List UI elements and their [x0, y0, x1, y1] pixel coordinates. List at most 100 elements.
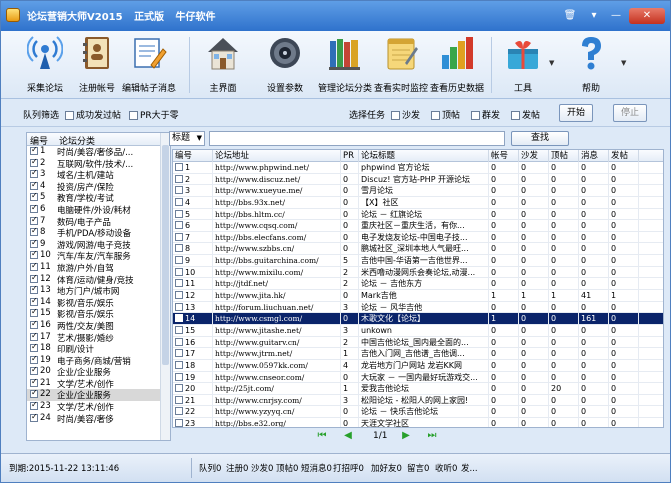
table-row[interactable]: 5 http://bbs.hltm.cc/0 论坛 － 红旗论坛 0 0 0 0 0 — [173, 208, 663, 221]
table-row[interactable]: 23 http://bbs.e32.org/0 天涯文学社区 0 0 0 0 0 — [173, 418, 663, 427]
category-item[interactable]: 17 艺术/摄影/婚纱 — [27, 331, 170, 344]
category-checkbox[interactable] — [30, 157, 38, 167]
column-header[interactable]: PR — [341, 150, 359, 162]
row-checkbox[interactable] — [175, 325, 183, 334]
search-button[interactable]: 查找 — [511, 131, 569, 146]
start-button[interactable]: 开始 — [559, 104, 593, 122]
column-header[interactable]: 论坛地址 — [213, 150, 341, 162]
minimize-button[interactable]: — — [607, 8, 625, 24]
column-header[interactable]: 发帖 — [609, 150, 639, 162]
row-checkbox[interactable] — [175, 349, 183, 358]
category-checkbox[interactable] — [30, 331, 38, 341]
row-checkbox[interactable] — [175, 407, 183, 416]
help-button[interactable]: 帮助 — [573, 35, 609, 97]
task-post[interactable]: 发帖 — [511, 108, 540, 121]
row-checkbox[interactable] — [175, 337, 183, 346]
category-item[interactable]: 21 文学/艺术/创作 — [27, 377, 170, 390]
category-item[interactable]: 13 地方门户/城市网 — [27, 284, 170, 297]
category-item[interactable]: 12 体育/运动/健身/竞技 — [27, 273, 170, 286]
category-item[interactable]: 18 印刷/设计 — [27, 342, 170, 355]
edit-message-button[interactable]: 编辑帖子消息 — [122, 35, 176, 97]
table-row[interactable]: 22 http://www.yzyyq.cn/0 论坛 － 快乐吉他论坛 0 0 0 0 0 — [173, 406, 663, 419]
category-checkbox[interactable] — [30, 168, 38, 179]
row-checkbox[interactable] — [175, 221, 183, 230]
category-item[interactable]: 8 手机/PDA/移动设备 — [27, 226, 170, 239]
category-item[interactable]: 20 企业/企业服务 — [27, 365, 170, 378]
table-row[interactable]: 21 http://www.cnrjsy.com/3 松阳论坛 - 松阳人的网上家园… — [173, 394, 663, 407]
category-item[interactable]: 24 时尚/美容/奢侈 — [27, 412, 170, 425]
column-header[interactable]: 论坛标题 — [359, 150, 489, 162]
stop-button[interactable]: 停止 — [613, 104, 647, 122]
category-checkbox[interactable] — [30, 377, 38, 387]
tools-dropdown-icon[interactable]: ▼ — [549, 59, 554, 67]
category-scrollbar[interactable] — [160, 133, 170, 440]
category-checkbox[interactable] — [30, 145, 38, 155]
category-item[interactable]: 2 互联网/软件/技术/... — [27, 157, 170, 170]
category-checkbox[interactable] — [30, 273, 38, 283]
close-button[interactable]: ✕ — [629, 8, 665, 24]
table-row[interactable]: 2 http://www.discuz.net/0 Discuz! 官方站-PHP … — [173, 173, 663, 186]
category-item[interactable]: 9 游戏/网游/电子竞技 — [27, 238, 170, 251]
row-checkbox[interactable] — [175, 209, 183, 218]
table-row[interactable]: 14 http://www.csmgl.com/0 木歌文化【论坛】 1 0 0 161 0 — [173, 313, 663, 325]
category-checkbox[interactable] — [30, 191, 38, 202]
category-item[interactable]: 16 两性/交友/美图 — [27, 319, 170, 332]
category-checkbox[interactable] — [30, 354, 38, 364]
table-row[interactable]: 1 http://www.phpwind.net/0 phpwind 官方论坛 0 0 0… — [173, 162, 663, 174]
tools-button[interactable]: 工具 — [505, 35, 541, 97]
search-input[interactable] — [209, 131, 505, 146]
row-checkbox[interactable] — [175, 244, 183, 253]
row-checkbox[interactable] — [175, 372, 183, 381]
task-bump-checkbox[interactable] — [431, 111, 440, 120]
register-account-button[interactable]: 注册帐号 — [79, 35, 115, 97]
category-checkbox[interactable] — [30, 307, 38, 318]
category-item[interactable]: 4 投资/房产/保险 — [27, 180, 170, 193]
category-item[interactable]: 6 电脑硬件/外设/耗材 — [27, 203, 170, 216]
table-row[interactable]: 7 http://bbs.elecfans.com/0 电子发烧友论坛-中国电子技.… — [173, 231, 663, 244]
category-checkbox[interactable] — [30, 342, 38, 353]
category-item[interactable]: 19 电子商务/商城/营销 — [27, 354, 170, 367]
category-checkbox[interactable] — [30, 400, 38, 411]
column-header[interactable]: 沙发 — [519, 150, 549, 162]
history-data-button[interactable]: 查看历史数据 — [430, 35, 484, 97]
category-item[interactable]: 15 影视/音乐/娱乐 — [27, 307, 170, 320]
table-row[interactable]: 12 http://www.jita.hk/0 Mark吉他 1 1 1 41 1 — [173, 290, 663, 302]
row-checkbox[interactable] — [175, 256, 183, 265]
manage-categories-button[interactable]: 管理论坛分类 — [318, 35, 372, 97]
table-row[interactable]: 11 http://jtdf.net/2 论坛 － 吉他东方 0 0 0 0 0 — [173, 278, 663, 291]
row-checkbox[interactable] — [175, 232, 183, 241]
row-checkbox[interactable] — [175, 186, 183, 195]
row-checkbox[interactable] — [175, 384, 183, 393]
table-row[interactable]: 8 http://www.szbbs.cn/0 鹏城社区_深圳本地人气最旺... 0 0… — [173, 243, 663, 256]
table-row[interactable]: 4 http://bbs.93x.net/0 【X】社区 0 0 0 0 0 — [173, 196, 663, 209]
table-row[interactable]: 13 http://forum.liuchuan.net/3 论坛 － 风华吉他 0 0… — [173, 301, 663, 314]
table-row[interactable]: 6 http://www.cqsq.com/0 重庆社区－重庆生活，有你... 0 0 0… — [173, 220, 663, 232]
live-monitor-button[interactable]: 查看实时监控 — [374, 35, 428, 97]
table-row[interactable]: 10 http://www.mixilu.com/2 米西噜动漫网乐会奏论坛,动漫.… — [173, 266, 663, 279]
task-sofa[interactable]: 沙发 — [391, 108, 420, 121]
table-row[interactable]: 19 http://www.cnseor.com/0 大玩家 － 一国内最好玩游戏交… — [173, 371, 663, 384]
category-item[interactable]: 1 时尚/美容/奢侈品/... — [27, 145, 170, 158]
trash-icon[interactable]: 🗑 — [561, 8, 579, 24]
column-header[interactable]: 顶帖 — [549, 150, 579, 162]
table-row[interactable]: 9 http://bbs.guitarchina.com/5 吉他中国-华语第一吉他… — [173, 255, 663, 267]
category-checkbox[interactable] — [30, 226, 38, 237]
category-checkbox[interactable] — [30, 296, 38, 306]
row-checkbox[interactable] — [175, 395, 183, 404]
row-checkbox[interactable] — [175, 314, 183, 323]
task-mass-checkbox[interactable] — [471, 111, 480, 120]
success-filter-checkbox[interactable] — [65, 111, 74, 120]
table-row[interactable]: 15 http://www.jitashe.net/3 unkown 0 0 0 0 0 — [173, 324, 663, 337]
table-row[interactable]: 3 http://www.xueyue.me/0 雪月论坛 0 0 0 0 0 — [173, 185, 663, 197]
task-post-checkbox[interactable] — [511, 111, 520, 120]
skin-menu-button[interactable]: ▾ — [585, 8, 603, 24]
task-sofa-checkbox[interactable] — [391, 111, 400, 120]
row-checkbox[interactable] — [175, 419, 183, 427]
column-header[interactable]: 消息 — [579, 150, 609, 162]
category-item[interactable]: 23 文学/艺术/创作 — [27, 400, 170, 413]
settings-button[interactable]: 设置参数 — [267, 35, 303, 97]
category-checkbox[interactable] — [30, 388, 38, 399]
category-item[interactable]: 7 数码/电子产品 — [27, 215, 170, 228]
category-checkbox[interactable] — [30, 319, 38, 329]
row-checkbox[interactable] — [175, 197, 183, 206]
